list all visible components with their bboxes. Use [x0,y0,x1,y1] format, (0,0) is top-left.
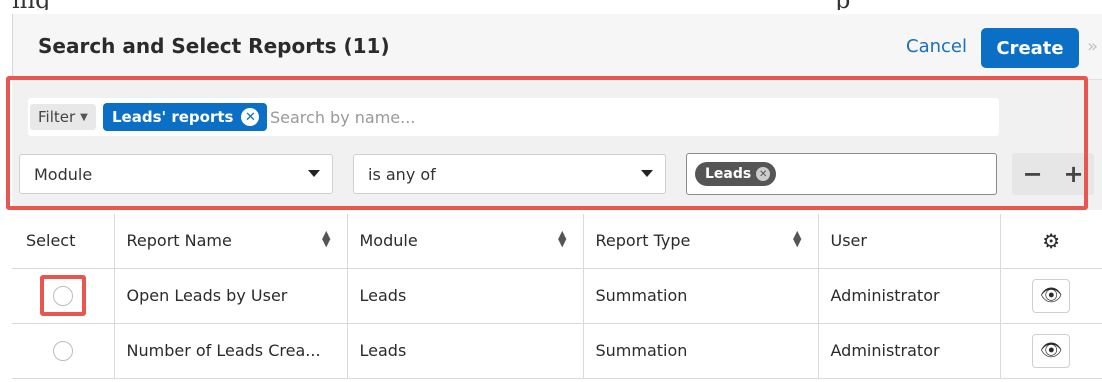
create-button[interactable]: Create [981,28,1079,68]
highlight-box [6,76,1088,210]
user-cell: Administrator [818,268,1001,324]
select-radio[interactable] [52,285,73,306]
sort-icon: ▲ ▼ [558,228,567,250]
cut-off-caption: ingp [0,0,1102,10]
report-type-cell: Summation [583,323,819,379]
reports-table: Select Report Name ▲ ▼ Module ▲ ▼ Report Typ… [12,214,1102,379]
gear-icon[interactable]: ⚙ [1000,214,1102,269]
report-name-cell[interactable]: Open Leads by User [114,268,348,324]
drawer-header: Search and Select Reports (11) Cancel Cr… [12,14,1102,80]
highlight-box [39,275,86,316]
eye-icon[interactable]: 👁 [1032,278,1071,313]
column-header-report-name[interactable]: Report Name ▲ ▼ [114,214,348,269]
table-header-row: Select Report Name ▲ ▼ Module ▲ ▼ Report Typ… [12,214,1102,269]
column-header-module[interactable]: Module ▲ ▼ [347,214,584,269]
select-radio[interactable] [52,340,73,361]
cancel-button[interactable]: Cancel [906,36,967,57]
eye-icon[interactable]: 👁 [1032,333,1071,368]
report-type-cell: Summation [583,268,819,324]
table-row: Number of Leads Crea... Leads Summation … [12,323,1102,379]
table-row: Open Leads by User Leads Summation Admin… [12,268,1102,324]
column-header-user: User [818,214,1001,269]
double-chevron-right-icon[interactable]: » [1087,36,1098,57]
module-cell: Leads [347,268,584,324]
sort-icon: ▲ ▼ [793,228,802,250]
column-header-select: Select [12,214,115,269]
user-cell: Administrator [818,323,1001,379]
page-title: Search and Select Reports (11) [38,34,390,58]
sort-icon: ▲ ▼ [322,228,331,250]
column-header-report-type[interactable]: Report Type ▲ ▼ [583,214,819,269]
module-cell: Leads [347,323,584,379]
report-name-cell[interactable]: Number of Leads Crea... [114,323,348,379]
